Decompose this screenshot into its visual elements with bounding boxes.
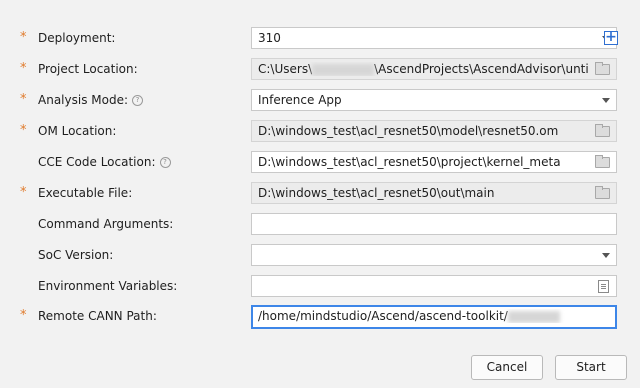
required-marker: * bbox=[20, 185, 27, 200]
analysis-mode-row: * Analysis Mode:? Inference App bbox=[0, 89, 640, 111]
document-icon[interactable] bbox=[598, 280, 609, 293]
chevron-down-icon[interactable] bbox=[602, 98, 610, 103]
redacted-username bbox=[312, 63, 375, 76]
folder-icon[interactable] bbox=[595, 124, 610, 137]
project-location-field[interactable]: C:\Users\ \AscendProjects\AscendAdvisor\u… bbox=[251, 58, 617, 80]
cce-code-location-field[interactable]: D:\windows_test\acl_resnet50\project\ker… bbox=[251, 151, 617, 173]
cancel-button[interactable]: Cancel bbox=[471, 355, 543, 380]
environment-variables-field[interactable] bbox=[251, 275, 617, 297]
required-marker: * bbox=[20, 308, 27, 323]
redacted-path-segment bbox=[507, 310, 560, 323]
cce-code-location-value: D:\windows_test\acl_resnet50\project\ker… bbox=[258, 155, 561, 169]
folder-icon[interactable] bbox=[595, 155, 610, 168]
cce-code-location-row: CCE Code Location:? D:\windows_test\acl_… bbox=[0, 151, 640, 173]
required-marker: * bbox=[20, 123, 27, 138]
remote-cann-path-label: Remote CANN Path: bbox=[38, 309, 157, 323]
add-icon[interactable]: + bbox=[604, 30, 618, 45]
om-location-value: D:\windows_test\acl_resnet50\model\resne… bbox=[258, 124, 559, 138]
help-icon[interactable]: ? bbox=[132, 95, 143, 106]
required-marker: * bbox=[20, 92, 27, 107]
cce-code-location-label: CCE Code Location:? bbox=[38, 155, 171, 169]
analysis-mode-select[interactable]: Inference App bbox=[251, 89, 617, 111]
start-button[interactable]: Start bbox=[555, 355, 627, 380]
command-arguments-row: Command Arguments: bbox=[0, 213, 640, 235]
remote-cann-path-input[interactable]: /home/mindstudio/Ascend/ascend-toolkit/ bbox=[251, 305, 617, 329]
deployment-value: 310 bbox=[258, 31, 281, 45]
om-location-label: OM Location: bbox=[38, 124, 117, 138]
soc-version-label: SoC Version: bbox=[38, 248, 114, 262]
deployment-label: Deployment: bbox=[38, 31, 116, 45]
executable-file-value: D:\windows_test\acl_resnet50\out\main bbox=[258, 186, 495, 200]
folder-icon[interactable] bbox=[595, 186, 610, 199]
analysis-mode-label: Analysis Mode:? bbox=[38, 93, 143, 107]
executable-file-row: * Executable File: D:\windows_test\acl_r… bbox=[0, 182, 640, 204]
remote-cann-path-row: * Remote CANN Path: /home/mindstudio/Asc… bbox=[0, 305, 640, 329]
command-arguments-label: Command Arguments: bbox=[38, 217, 174, 231]
om-location-row: * OM Location: D:\windows_test\acl_resne… bbox=[0, 120, 640, 142]
deployment-row: * Deployment: 310 + bbox=[0, 27, 640, 49]
soc-version-row: SoC Version: bbox=[0, 244, 640, 266]
project-location-row: * Project Location: C:\Users\ \AscendProj… bbox=[0, 58, 640, 80]
executable-file-field[interactable]: D:\windows_test\acl_resnet50\out\main bbox=[251, 182, 617, 204]
required-marker: * bbox=[20, 30, 27, 45]
project-location-value: C:\Users\ \AscendProjects\AscendAdvisor\u… bbox=[258, 62, 588, 76]
folder-icon[interactable] bbox=[595, 62, 610, 75]
command-arguments-input[interactable] bbox=[251, 213, 617, 235]
environment-variables-label: Environment Variables: bbox=[38, 279, 178, 293]
executable-file-label: Executable File: bbox=[38, 186, 133, 200]
om-location-field[interactable]: D:\windows_test\acl_resnet50\model\resne… bbox=[251, 120, 617, 142]
soc-version-select[interactable] bbox=[251, 244, 617, 266]
help-icon[interactable]: ? bbox=[159, 157, 171, 168]
analysis-mode-value: Inference App bbox=[258, 93, 342, 107]
environment-variables-row: Environment Variables: bbox=[0, 275, 640, 297]
project-location-label: Project Location: bbox=[38, 62, 138, 76]
remote-cann-path-value: /home/mindstudio/Ascend/ascend-toolkit/ bbox=[258, 309, 587, 323]
chevron-down-icon[interactable] bbox=[602, 253, 610, 258]
required-marker: * bbox=[20, 61, 27, 76]
deployment-select[interactable]: 310 bbox=[251, 27, 617, 49]
